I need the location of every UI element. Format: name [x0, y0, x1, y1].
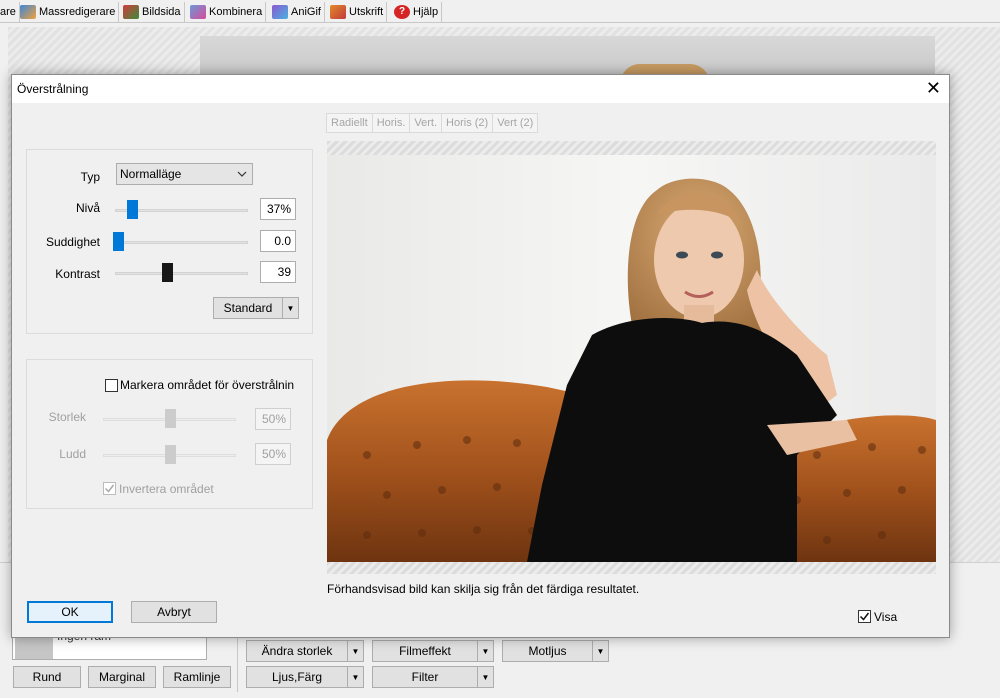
typ-select[interactable]: Normalläge: [116, 163, 253, 185]
anigif-icon: [272, 5, 288, 19]
ludd-slider-thumb[interactable]: [165, 445, 176, 464]
tab-utskrift[interactable]: Utskrift: [327, 2, 388, 22]
tab-label: Utskrift: [349, 6, 384, 18]
kontrast-slider-thumb[interactable]: [162, 263, 173, 282]
tab-label: Kombinera: [209, 6, 263, 18]
dialog-title: Överstrålning: [17, 82, 89, 96]
niva-slider-thumb[interactable]: [127, 200, 138, 219]
preview-tab-vert-2[interactable]: Vert (2): [492, 113, 539, 133]
dialog-title-bar: Överstrålning ✕: [12, 75, 949, 103]
preview-hatch-top: [327, 141, 936, 155]
kontrast-slider-track[interactable]: [115, 272, 248, 275]
ljus-farg-button[interactable]: Ljus,Färg ▼: [246, 666, 364, 688]
andra-storlek-button[interactable]: Ändra storlek ▼: [246, 640, 364, 662]
bottom-separator: [237, 632, 238, 692]
ljus-farg-label: Ljus,Färg: [271, 670, 323, 684]
andra-storlek-label: Ändra storlek: [261, 644, 333, 658]
checkmark-icon: [104, 484, 115, 493]
dropdown-arrow-icon[interactable]: ▼: [347, 641, 363, 661]
visa-label: Visa: [874, 610, 898, 624]
kontrast-value[interactable]: 39: [260, 261, 296, 283]
frame-swatch: [15, 635, 53, 659]
suddighet-value[interactable]: 0.0: [260, 230, 296, 252]
tab-massredigerare[interactable]: Massredigerare: [17, 2, 120, 22]
dropdown-arrow-icon[interactable]: ▼: [477, 667, 493, 687]
tab-label: Bildsida: [142, 6, 181, 18]
preview-tab-horis[interactable]: Horis.: [371, 113, 410, 133]
tab-label: AniGif: [291, 6, 321, 18]
marginal-label: Marginal: [98, 670, 146, 684]
kontrast-label: Kontrast: [55, 267, 100, 281]
invertera-label: Invertera området: [119, 482, 214, 496]
picture-page-icon: [123, 5, 139, 19]
storlek-value[interactable]: 50%: [255, 408, 291, 430]
print-icon: [330, 5, 346, 19]
portrait-photo: [327, 155, 936, 562]
motljus-label: Motljus: [528, 644, 567, 658]
background-photo: [200, 36, 935, 84]
storlek-label: Storlek: [48, 410, 86, 424]
ramlinje-button[interactable]: Ramlinje: [163, 666, 231, 688]
dropdown-arrow-icon[interactable]: ▼: [592, 641, 608, 661]
visa-checkbox[interactable]: [858, 610, 871, 623]
filter-button[interactable]: Filter ▼: [372, 666, 494, 688]
motljus-button[interactable]: Motljus ▼: [502, 640, 609, 662]
standard-button[interactable]: Standard ▼: [213, 297, 299, 319]
tab-label: Massredigerare: [39, 6, 116, 18]
glow-dialog: Överstrålning ✕ Typ Normalläge Nivå 37% …: [11, 74, 950, 638]
preview-tab-horis-2[interactable]: Horis (2): [441, 113, 493, 133]
chevron-down-icon: [237, 171, 247, 177]
preview-hatch-bottom: [327, 562, 936, 574]
suddighet-slider-track[interactable]: [115, 241, 248, 244]
cancel-button[interactable]: Avbryt: [131, 601, 217, 623]
niva-value[interactable]: 37%: [260, 198, 296, 220]
filmeffekt-label: Filmeffekt: [399, 644, 451, 658]
preview-tabs: Radiellt Horis. Vert. Horis (2) Vert (2): [326, 113, 539, 133]
standard-label: Standard: [223, 301, 273, 315]
preview-tab-vert[interactable]: Vert.: [409, 113, 442, 133]
typ-label: Typ: [80, 170, 100, 184]
dropdown-arrow-icon[interactable]: ▼: [282, 298, 298, 318]
rund-label: Rund: [32, 670, 62, 684]
suddighet-label: Suddighet: [45, 235, 100, 249]
marginal-button[interactable]: Marginal: [88, 666, 156, 688]
preview-tab-radiellt[interactable]: Radiellt: [326, 113, 372, 133]
help-icon: ?: [394, 5, 410, 19]
ramlinje-label: Ramlinje: [173, 670, 221, 684]
ok-button[interactable]: OK: [27, 601, 113, 623]
ludd-label: Ludd: [59, 447, 86, 461]
dropdown-arrow-icon[interactable]: ▼: [477, 641, 493, 661]
preview-image: [327, 155, 936, 562]
niva-label: Nivå: [75, 201, 100, 215]
rund-button[interactable]: Rund: [13, 666, 81, 688]
dropdown-arrow-icon[interactable]: ▼: [347, 667, 363, 687]
ludd-value[interactable]: 50%: [255, 443, 291, 465]
tab-hjalp[interactable]: ? Hjälp: [391, 2, 443, 22]
filmeffekt-button[interactable]: Filmeffekt ▼: [372, 640, 494, 662]
tab-kombinera[interactable]: Kombinera: [187, 2, 267, 22]
ok-label: OK: [61, 605, 79, 619]
combine-icon: [190, 5, 206, 19]
tab-label: are: [0, 6, 16, 18]
close-icon[interactable]: ✕: [926, 78, 941, 98]
tab-anigif[interactable]: AniGif: [269, 2, 325, 22]
suddighet-slider-thumb[interactable]: [113, 232, 124, 251]
tab-label: Hjälp: [413, 6, 439, 18]
invertera-checkbox[interactable]: [103, 482, 116, 495]
checkmark-icon: [859, 612, 870, 621]
markera-checkbox[interactable]: [105, 379, 118, 392]
cancel-label: Avbryt: [157, 605, 191, 619]
markera-label: Markera området för överstrålnin: [120, 378, 295, 392]
storlek-slider-thumb[interactable]: [165, 409, 176, 428]
mass-edit-icon: [20, 5, 36, 19]
preview-note: Förhandsvisad bild kan skilja sig från d…: [327, 582, 640, 596]
app-tab-bar: are Massredigerare Bildsida Kombinera An…: [0, 0, 1000, 23]
filter-label: Filter: [411, 670, 439, 684]
tab-bildsida[interactable]: Bildsida: [120, 2, 185, 22]
typ-select-value: Normalläge: [120, 167, 182, 181]
